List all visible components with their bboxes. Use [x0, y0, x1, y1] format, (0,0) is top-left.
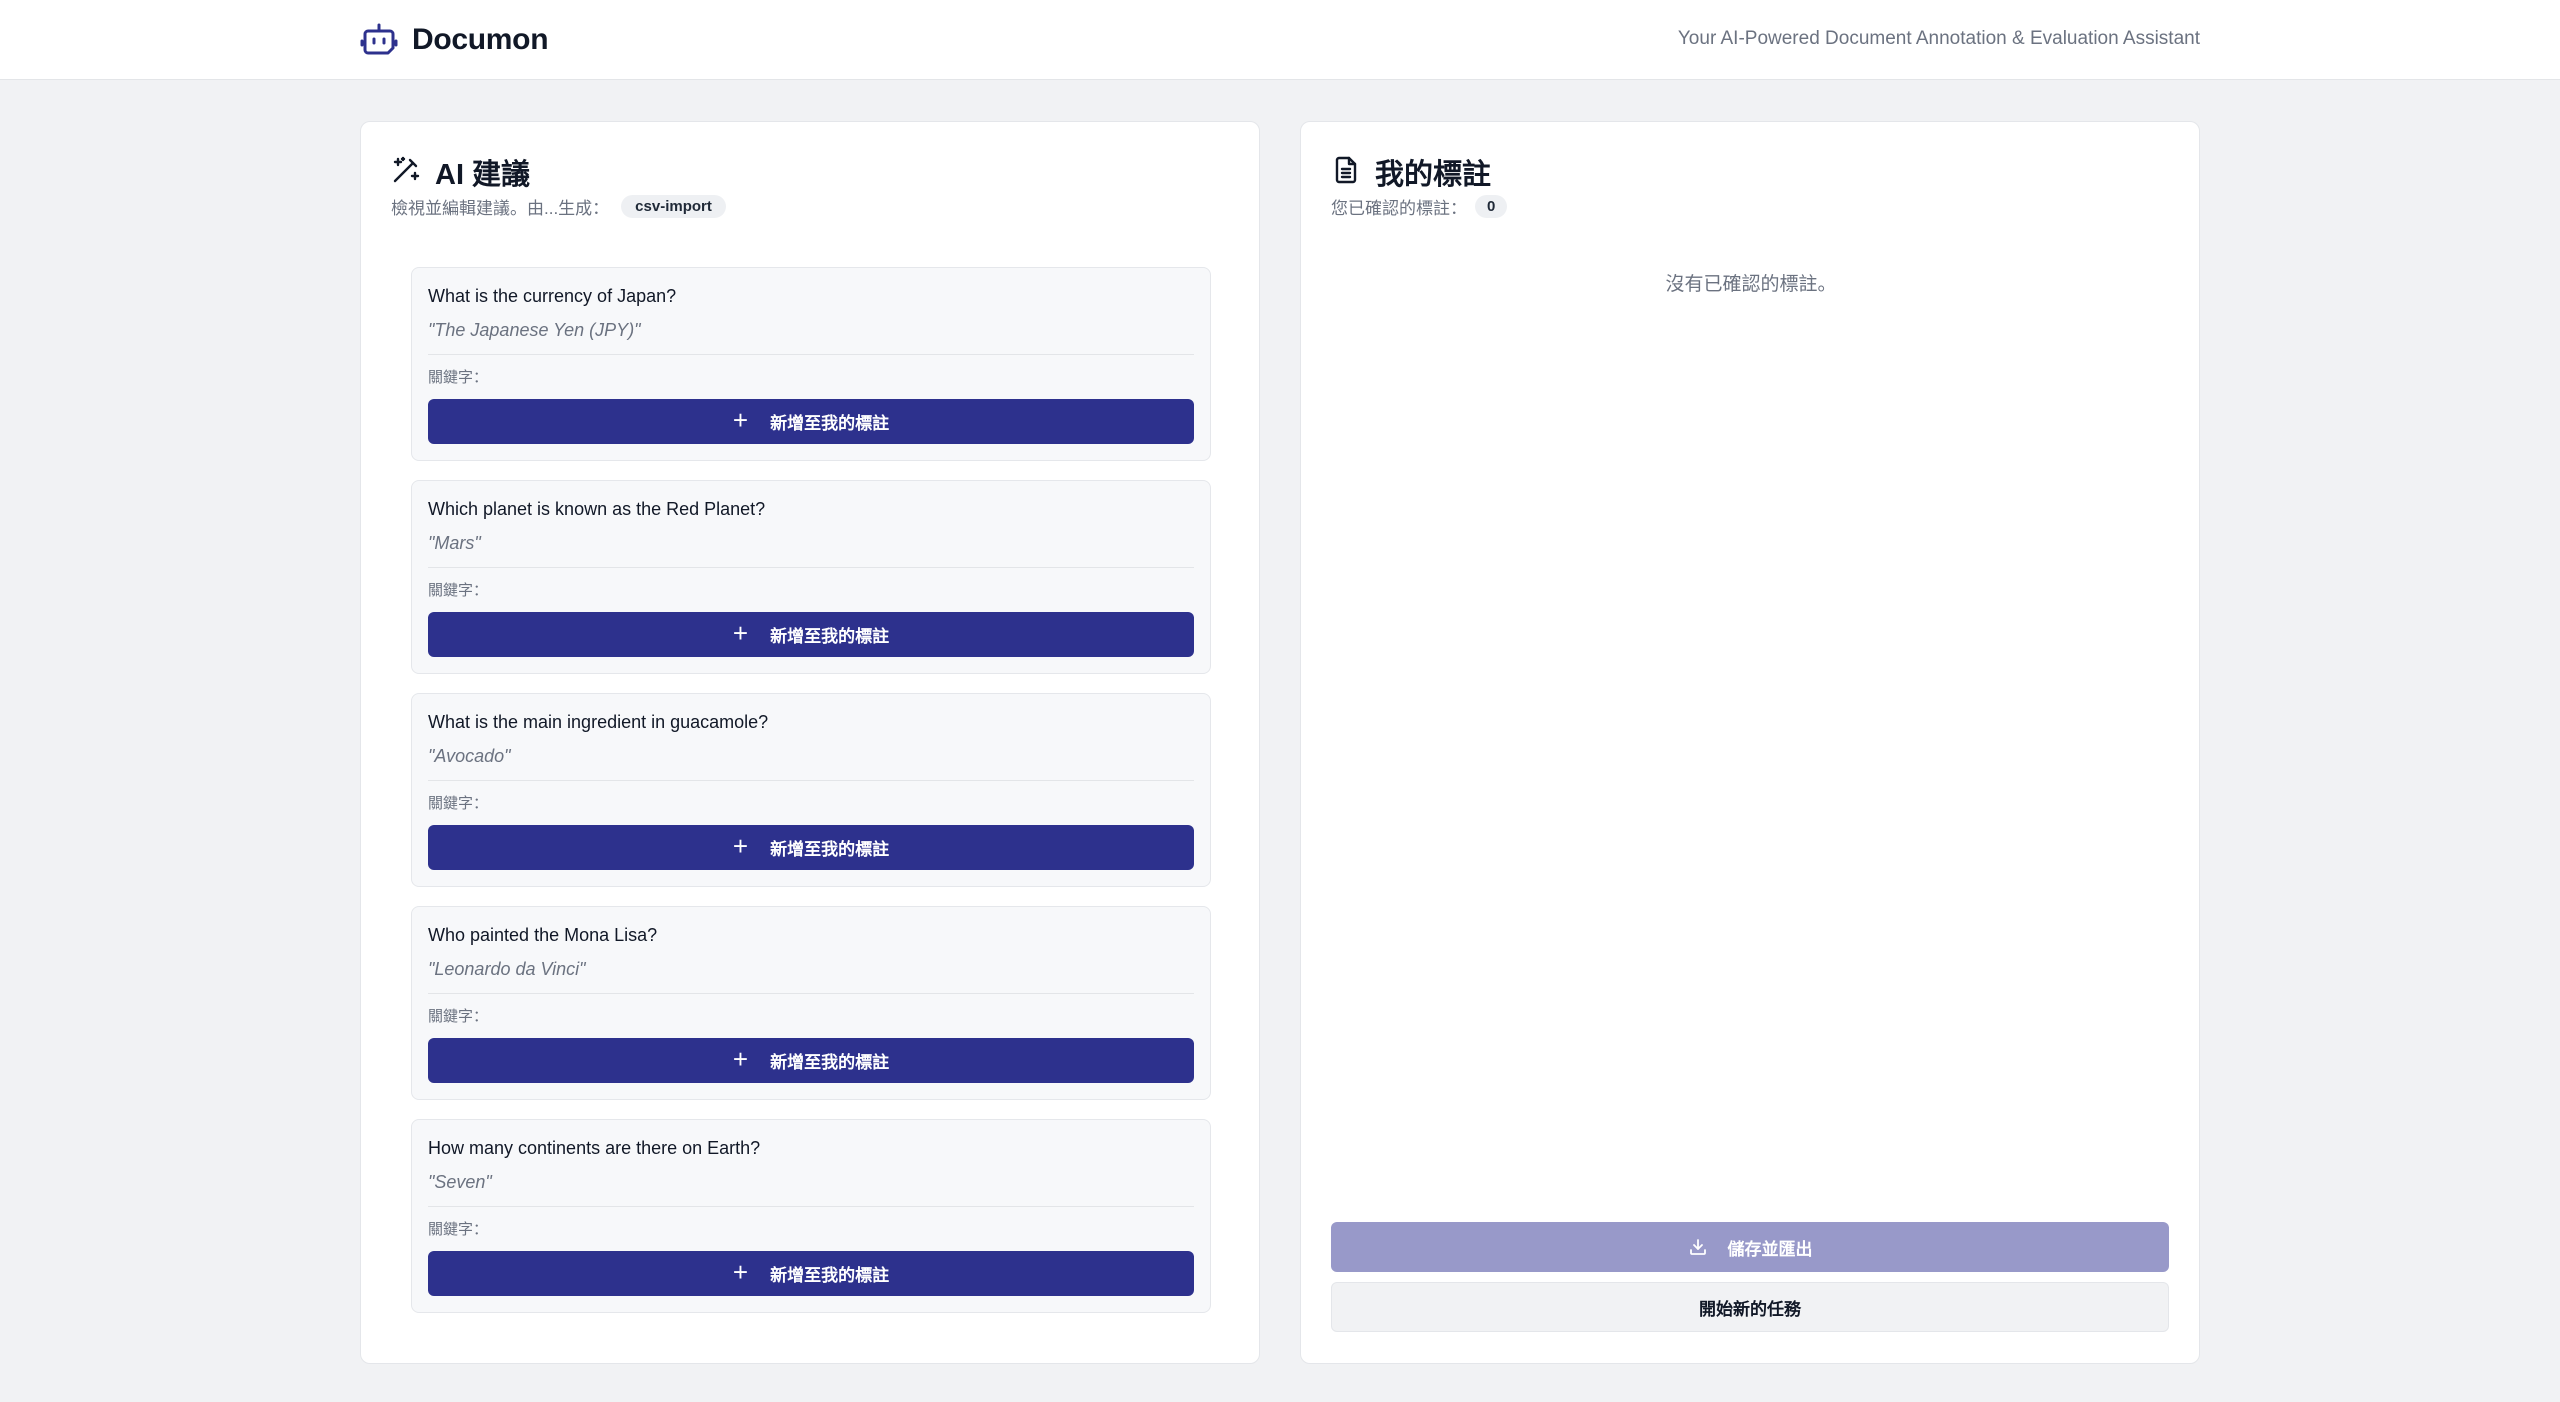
plus-icon: + — [732, 1257, 749, 1287]
ai-suggestions-title: AI 建議 — [435, 159, 531, 191]
subtitle-text: 您已確認的標註： — [1331, 198, 1467, 218]
save-export-button[interactable]: 儲存並匯出 — [1331, 1222, 2169, 1272]
suggestion-answer[interactable]: "Seven" — [428, 1172, 492, 1193]
keywords-label: 關鍵字： — [428, 369, 489, 386]
add-button-label: 新增至我的標註 — [770, 627, 890, 646]
divider — [428, 354, 1194, 355]
plus-icon: + — [732, 1044, 749, 1074]
tagline: Your AI-Powered Document Annotation & Ev… — [1677, 28, 2200, 49]
app-header: Documon Your AI-Powered Document Annotat… — [0, 0, 2560, 80]
add-to-annotations-button[interactable]: + 新增至我的標註 — [428, 1251, 1194, 1296]
suggestion-card: How many continents are there on Earth? … — [411, 1119, 1211, 1313]
keywords-label: 關鍵字： — [428, 795, 489, 812]
suggestion-answer[interactable]: "Mars" — [428, 533, 481, 554]
keywords-label: 關鍵字： — [428, 582, 489, 599]
source-badge: csv-import — [621, 194, 726, 218]
suggestion-answer[interactable]: "Leonardo da Vinci" — [428, 959, 586, 980]
add-button-label: 新增至我的標註 — [770, 1266, 890, 1285]
suggestion-question[interactable]: What is the main ingredient in guacamole… — [428, 712, 768, 733]
suggestion-card: What is the currency of Japan? "The Japa… — [411, 267, 1211, 461]
plus-icon: + — [732, 831, 749, 861]
magic-wand-icon — [391, 155, 421, 190]
keywords-label: 關鍵字： — [428, 1008, 489, 1025]
app-name: Documon — [412, 23, 549, 56]
suggestion-question[interactable]: What is the currency of Japan? — [428, 286, 676, 307]
panel-title: 我的標註 — [1331, 152, 1491, 192]
my-annotations-title: 我的標註 — [1375, 159, 1492, 191]
divider — [428, 567, 1194, 568]
robot-icon — [360, 21, 398, 59]
divider — [428, 780, 1194, 781]
download-icon — [1689, 1239, 1706, 1255]
empty-state-text: 沒有已確認的標註。 — [1665, 274, 1837, 295]
divider — [428, 993, 1194, 994]
add-button-label: 新增至我的標註 — [770, 840, 890, 859]
start-new-task-button[interactable]: 開始新的任務 — [1331, 1282, 2169, 1332]
add-to-annotations-button[interactable]: + 新增至我的標註 — [428, 399, 1194, 444]
suggestion-answer[interactable]: "Avocado" — [428, 746, 511, 767]
suggestion-card: What is the main ingredient in guacamole… — [411, 693, 1211, 887]
keywords-label: 關鍵字： — [428, 1221, 489, 1238]
suggestion-question[interactable]: Which planet is known as the Red Planet? — [428, 499, 765, 520]
plus-icon: + — [732, 618, 749, 648]
add-to-annotations-button[interactable]: + 新增至我的標註 — [428, 612, 1194, 657]
annotation-count-badge: 0 — [1475, 194, 1508, 218]
ai-suggestions-panel: AI 建議 檢視並編輯建議。由...生成： csv-import What is… — [360, 121, 1260, 1364]
plus-icon: + — [732, 405, 749, 435]
document-icon — [1331, 155, 1361, 190]
add-to-annotations-button[interactable]: + 新增至我的標註 — [428, 825, 1194, 870]
suggestions-subtitle: 檢視並編輯建議。由...生成： csv-import — [391, 192, 726, 220]
add-button-label: 新增至我的標註 — [770, 1053, 890, 1072]
annotations-subtitle: 您已確認的標註： 0 — [1331, 192, 1508, 220]
subtitle-text: 檢視並編輯建議。由...生成： — [391, 198, 610, 218]
panel-title: AI 建議 — [391, 152, 530, 192]
brand[interactable]: Documon — [360, 20, 549, 60]
suggestion-card: Who painted the Mona Lisa? "Leonardo da … — [411, 906, 1211, 1100]
suggestion-card: Which planet is known as the Red Planet?… — [411, 480, 1211, 674]
suggestion-answer[interactable]: "The Japanese Yen (JPY)" — [428, 320, 641, 341]
suggestion-question[interactable]: How many continents are there on Earth? — [428, 1138, 760, 1159]
save-export-label: 儲存並匯出 — [1727, 1239, 1813, 1259]
divider — [428, 1206, 1194, 1207]
suggestion-question[interactable]: Who painted the Mona Lisa? — [428, 925, 657, 946]
add-button-label: 新增至我的標註 — [770, 414, 890, 433]
my-annotations-panel: 我的標註 您已確認的標註： 0 沒有已確認的標註。 儲存並匯出 開始新的任務 — [1300, 121, 2200, 1364]
add-to-annotations-button[interactable]: + 新增至我的標註 — [428, 1038, 1194, 1083]
